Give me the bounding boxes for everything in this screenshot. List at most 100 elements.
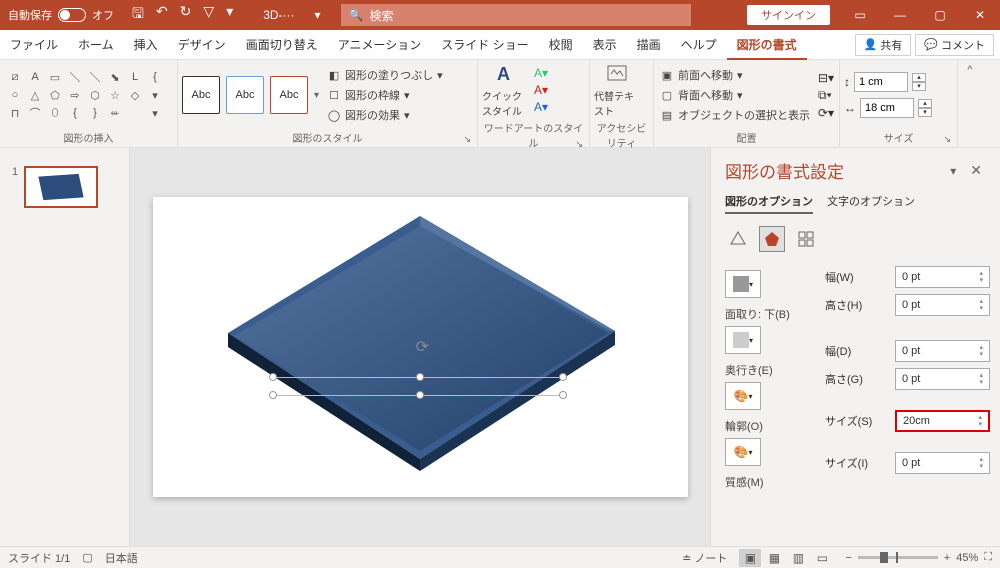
- comment-button[interactable]: 💬コメント: [915, 34, 994, 56]
- autosave[interactable]: 自動保存 オフ: [0, 7, 122, 23]
- text-options-tab[interactable]: 文字のオプション: [827, 193, 915, 214]
- tab-shape-format[interactable]: 図形の書式: [727, 30, 807, 60]
- pane-options-icon[interactable]: ▾: [950, 164, 956, 178]
- alt-text-button[interactable]: 代替テキスト: [594, 62, 640, 118]
- bevel-bottom-picker[interactable]: ▾: [725, 326, 761, 354]
- signin-button[interactable]: サインイン: [747, 5, 830, 25]
- height-input[interactable]: ↕▴▾: [844, 72, 932, 92]
- search-box[interactable]: 🔍 検索: [341, 4, 691, 26]
- text-outline-icon[interactable]: A▾: [534, 83, 548, 97]
- shape-outline-button[interactable]: ☐図形の枠線▾: [325, 86, 445, 104]
- zoom-in-icon[interactable]: +: [944, 552, 950, 564]
- tab-view[interactable]: 表示: [583, 30, 627, 60]
- doc-title-dropdown-icon[interactable]: ▾: [315, 8, 341, 22]
- maximize-icon[interactable]: ▢: [920, 0, 960, 30]
- depth-size-input[interactable]: 20cm▴▾: [895, 410, 990, 432]
- reading-view-icon[interactable]: ▥: [787, 549, 809, 567]
- dialog-launcher-icon[interactable]: ↘: [463, 134, 471, 145]
- bevel-top-picker[interactable]: ▾: [725, 270, 761, 298]
- collapse-ribbon-icon[interactable]: ^: [967, 64, 972, 76]
- slide-editor[interactable]: ⟳: [130, 148, 710, 546]
- zoom-slider[interactable]: [858, 556, 938, 559]
- spin-up-icon[interactable]: ▴: [918, 99, 932, 108]
- redo-icon[interactable]: ↻: [180, 3, 192, 27]
- shape-options-tab[interactable]: 図形のオプション: [725, 193, 813, 214]
- width-input[interactable]: ↔▴▾: [844, 98, 932, 118]
- tab-home[interactable]: ホーム: [68, 30, 124, 60]
- ribbon: ⧄A▭＼＼⬊L{ ○△⬠⇨⬡☆◇▾ ⊓⌒⬯{}⬰▾ 図形の挿入 Abc Abc …: [0, 60, 1000, 148]
- sorter-view-icon[interactable]: ▦: [763, 549, 785, 567]
- qat-more-icon[interactable]: ▾: [226, 3, 233, 27]
- depth-color-picker[interactable]: 🎨▾: [725, 382, 761, 410]
- contour-color-picker[interactable]: 🎨▾: [725, 438, 761, 466]
- shape-effects-button[interactable]: ◯図形の効果▾: [325, 106, 445, 124]
- selection-pane-button[interactable]: ▤オブジェクトの選択と表示: [658, 106, 812, 124]
- share-button[interactable]: 👤共有: [855, 34, 912, 56]
- zoom-out-icon[interactable]: −: [845, 552, 851, 564]
- accessibility-icon[interactable]: ▢: [82, 551, 92, 564]
- pane-close-icon[interactable]: ✕: [966, 162, 986, 179]
- rotate-handle-icon[interactable]: ⟳: [416, 337, 429, 357]
- width-field[interactable]: [860, 98, 914, 118]
- spin-up-icon[interactable]: ▴: [912, 73, 926, 82]
- dialog-launcher-icon[interactable]: ↘: [943, 134, 951, 145]
- start-slideshow-icon[interactable]: ▽: [203, 3, 214, 27]
- save-icon[interactable]: 🖫: [132, 3, 144, 27]
- group-icon[interactable]: ⧉▾: [818, 88, 834, 103]
- shape-fill-button[interactable]: ◧図形の塗りつぶし▾: [325, 66, 445, 84]
- bring-forward-button[interactable]: ▣前面へ移動▾: [658, 66, 812, 84]
- slide-indicator[interactable]: スライド 1/1: [8, 550, 70, 566]
- normal-view-icon[interactable]: ▣: [739, 549, 761, 567]
- group-size: ↕▴▾ ↔▴▾ サイズ↘: [840, 60, 958, 147]
- thumbnail-1[interactable]: 1: [12, 166, 117, 208]
- tab-animations[interactable]: アニメーション: [328, 30, 432, 60]
- group-label: 図形のスタイル: [293, 134, 363, 145]
- quick-styles-button[interactable]: A クイック スタイル: [482, 62, 528, 118]
- zoom-level[interactable]: 45%: [956, 552, 978, 564]
- tab-draw[interactable]: 描画: [627, 30, 671, 60]
- fill-line-icon[interactable]: [725, 226, 751, 252]
- tab-review[interactable]: 校閲: [539, 30, 583, 60]
- close-icon[interactable]: ✕: [960, 0, 1000, 30]
- align-icon[interactable]: ⊟▾: [818, 71, 834, 85]
- text-effects-icon[interactable]: A▾: [534, 100, 548, 114]
- tab-insert[interactable]: 挿入: [124, 30, 168, 60]
- size-props-icon[interactable]: [793, 226, 819, 252]
- ribbon-display-icon[interactable]: ▭: [840, 0, 880, 30]
- tab-design[interactable]: デザイン: [168, 30, 236, 60]
- text-fill-icon[interactable]: A▾: [534, 66, 548, 80]
- tab-help[interactable]: ヘルプ: [671, 30, 727, 60]
- tab-slideshow[interactable]: スライド ショー: [431, 30, 538, 60]
- style-preset-3[interactable]: Abc: [270, 76, 308, 114]
- tab-file[interactable]: ファイル: [0, 30, 68, 60]
- minimize-icon[interactable]: —: [880, 0, 920, 30]
- language-indicator[interactable]: 日本語: [105, 550, 138, 566]
- undo-icon[interactable]: ↶: [156, 3, 168, 27]
- spin-down-icon[interactable]: ▾: [918, 108, 932, 117]
- rotate-icon[interactable]: ⟳▾: [818, 106, 834, 120]
- fill-icon: ◧: [327, 68, 341, 82]
- spin-down-icon[interactable]: ▾: [912, 82, 926, 91]
- selection-handles[interactable]: ⟳: [273, 377, 563, 401]
- width-w-input[interactable]: 0 pt▴▾: [895, 266, 990, 288]
- send-backward-button[interactable]: ▢背面へ移動▾: [658, 86, 812, 104]
- style-preset-2[interactable]: Abc: [226, 76, 264, 114]
- height-g-input[interactable]: 0 pt▴▾: [895, 368, 990, 390]
- pane-title: 図形の書式設定: [725, 158, 950, 183]
- shapes-gallery[interactable]: ⧄A▭＼＼⬊L{ ○△⬠⇨⬡☆◇▾ ⊓⌒⬯{}⬰▾: [4, 67, 164, 123]
- height-h-input[interactable]: 0 pt▴▾: [895, 294, 990, 316]
- tab-transitions[interactable]: 画面切り替え: [236, 30, 328, 60]
- contour-size-input[interactable]: 0 pt▴▾: [895, 452, 990, 474]
- fit-window-icon[interactable]: ⛶: [984, 551, 992, 564]
- effects-icon: ◯: [327, 108, 341, 122]
- width-d-input[interactable]: 0 pt▴▾: [895, 340, 990, 362]
- style-gallery-more[interactable]: ▾: [314, 90, 319, 101]
- height-field[interactable]: [854, 72, 908, 92]
- autosave-toggle[interactable]: [58, 8, 86, 22]
- notes-button[interactable]: ≐ ノート: [682, 550, 727, 566]
- slide-canvas[interactable]: ⟳: [153, 197, 688, 497]
- effects-category-icon[interactable]: [759, 226, 785, 252]
- style-preset-1[interactable]: Abc: [182, 76, 220, 114]
- slideshow-view-icon[interactable]: ▭: [811, 549, 833, 567]
- contour-label: 輪郭(O): [725, 418, 815, 434]
